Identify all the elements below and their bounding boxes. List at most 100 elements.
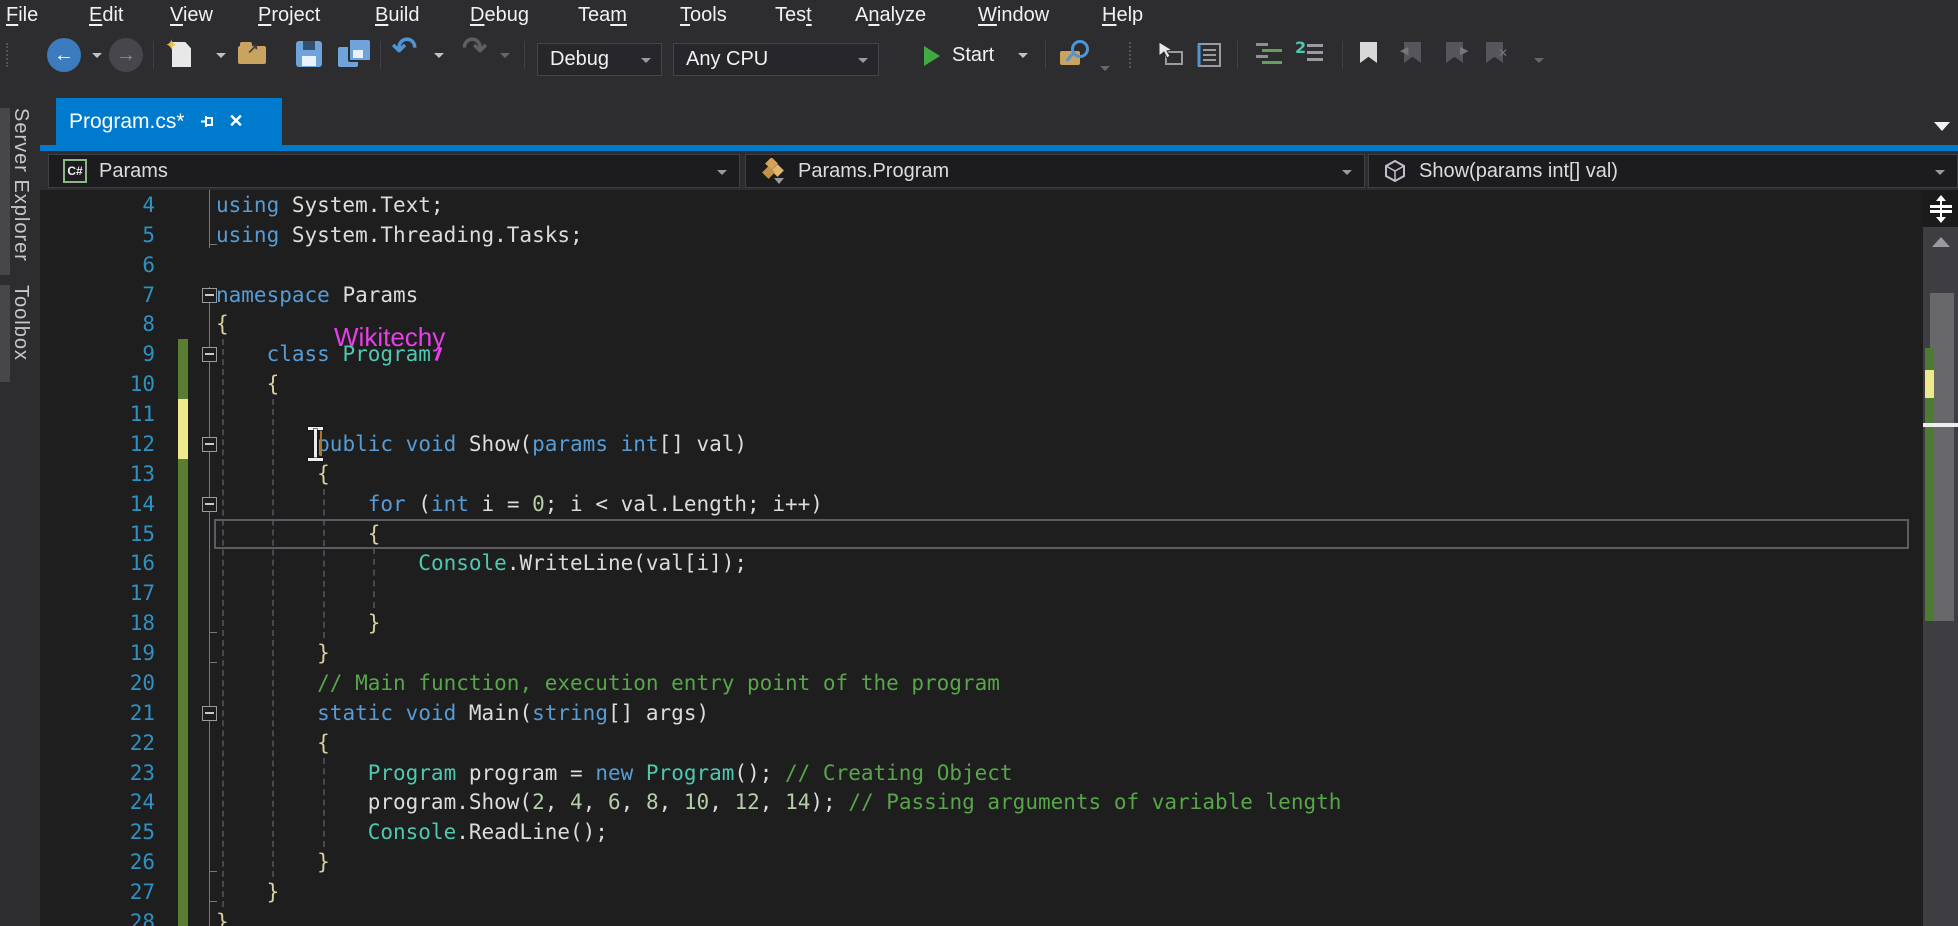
line-number-13: 13: [80, 459, 155, 489]
menu-help[interactable]: Help: [1102, 0, 1143, 30]
fold-toggle-line-14[interactable]: [202, 497, 217, 512]
menu-project[interactable]: Project: [258, 0, 320, 30]
line-number-9: 9: [80, 339, 155, 369]
code-line-4[interactable]: using System.Text;: [216, 190, 444, 220]
line-number-27: 27: [80, 877, 155, 907]
sparkle-icon: ✦: [165, 36, 178, 54]
line-number-21: 21: [80, 698, 155, 728]
find-dropdown[interactable]: [1100, 66, 1110, 71]
tab-title: Program.cs*: [69, 110, 185, 134]
code-line-13[interactable]: {: [216, 459, 330, 489]
code-line-24[interactable]: program.Show(2, 4, 6, 8, 10, 12, 14); //…: [216, 787, 1341, 817]
type-dropdown[interactable]: Params.Program: [745, 154, 1365, 188]
member-dropdown[interactable]: Show(params int[] val): [1368, 154, 1958, 188]
undo-icon: ↶: [392, 32, 417, 65]
comment-button[interactable]: 2: [1295, 40, 1325, 70]
chevron-down-icon: [858, 58, 868, 63]
code-line-21[interactable]: static void Main(string[] args): [216, 698, 709, 728]
code-line-16[interactable]: Console.WriteLine(val[i]);: [216, 548, 747, 578]
line-number-15: 15: [80, 519, 155, 549]
code-editor[interactable]: 4using System.Text;5using System.Threadi…: [40, 190, 1923, 926]
solution-configuration-combo[interactable]: Debug: [537, 43, 662, 76]
menu-window[interactable]: Window: [978, 0, 1049, 30]
start-button[interactable]: Start: [952, 41, 994, 69]
code-line-8[interactable]: {: [216, 309, 229, 339]
line-number-12: 12: [80, 429, 155, 459]
start-dropdown[interactable]: [1018, 53, 1028, 58]
line-number-7: 7: [80, 280, 155, 310]
code-line-20[interactable]: // Main function, execution entry point …: [216, 668, 1000, 698]
editor-splitter-handle[interactable]: [1923, 190, 1958, 227]
sidebar-tab-toolbox[interactable]: Toolbox: [9, 285, 32, 361]
tab-program-cs[interactable]: Program.cs* ✕: [56, 98, 282, 145]
line-number-23: 23: [80, 758, 155, 788]
current-line-highlight: [214, 519, 1909, 549]
new-file-button[interactable]: ✦: [168, 40, 198, 70]
document-tab-well: Program.cs* ✕: [40, 80, 1958, 145]
menu-analyze[interactable]: Analyze: [855, 0, 926, 30]
pin-icon[interactable]: [199, 113, 216, 130]
code-line-22[interactable]: {: [216, 728, 330, 758]
start-debug-icon[interactable]: [924, 46, 940, 66]
vertical-scrollbar[interactable]: [1923, 190, 1958, 926]
fold-toggle-line-9[interactable]: [202, 347, 217, 362]
view-designer-button[interactable]: [1194, 40, 1224, 70]
save-button[interactable]: [295, 40, 325, 70]
previous-bookmark-button[interactable]: ◀: [1404, 42, 1434, 72]
code-line-5[interactable]: using System.Threading.Tasks;: [216, 220, 583, 250]
navigate-to-button[interactable]: [1156, 40, 1186, 70]
next-bookmark-button[interactable]: ▶: [1446, 42, 1476, 72]
redo-icon: ↷: [462, 32, 487, 65]
indent-button[interactable]: [1256, 40, 1286, 70]
close-icon[interactable]: ✕: [229, 111, 244, 132]
open-file-button[interactable]: ↗: [238, 40, 268, 70]
fold-toggle-line-21[interactable]: [202, 706, 217, 721]
menu-edit[interactable]: Edit: [89, 0, 123, 30]
new-file-dropdown[interactable]: [216, 53, 226, 58]
menu-view[interactable]: View: [170, 0, 213, 30]
menu-tools[interactable]: Tools: [680, 0, 727, 30]
save-all-button[interactable]: [338, 40, 368, 70]
menu-file[interactable]: File: [6, 0, 38, 30]
code-line-28[interactable]: }: [216, 907, 229, 926]
clear-bookmarks-button[interactable]: ✕: [1486, 42, 1516, 72]
undo-button[interactable]: ↶: [392, 35, 417, 63]
navigate-back-button[interactable]: ←: [47, 38, 81, 72]
change-tracking-bar: [178, 459, 188, 926]
solution-platform-value: Any CPU: [686, 48, 768, 70]
navigate-forward-button[interactable]: →: [109, 38, 143, 72]
code-line-10[interactable]: {: [216, 369, 279, 399]
toggle-bookmark-button[interactable]: [1360, 42, 1390, 72]
redo-button[interactable]: ↷: [462, 35, 487, 63]
redo-dropdown[interactable]: [500, 53, 510, 58]
toolbar-grip[interactable]: [6, 43, 8, 67]
code-line-12[interactable]: public void Show(params int[] val): [216, 429, 747, 459]
code-line-23[interactable]: Program program = new Program(); // Crea…: [216, 758, 1013, 788]
menu-build[interactable]: Build: [375, 0, 419, 30]
code-line-19[interactable]: }: [216, 638, 330, 668]
find-in-files-button[interactable]: [1060, 40, 1090, 70]
line-number-19: 19: [80, 638, 155, 668]
menu-test[interactable]: Test: [775, 0, 812, 30]
fold-toggle-line-7[interactable]: [202, 288, 217, 303]
code-line-27[interactable]: }: [216, 877, 279, 907]
solution-platform-combo[interactable]: Any CPU: [673, 43, 879, 76]
menu-debug[interactable]: Debug: [470, 0, 529, 30]
tab-list-dropdown[interactable]: [1934, 122, 1950, 131]
sidebar-tab-server-explorer[interactable]: Server Explorer: [9, 108, 32, 262]
code-line-15[interactable]: {: [216, 519, 380, 549]
menu-team[interactable]: Team: [578, 0, 627, 30]
code-line-14[interactable]: for (int i = 0; i < val.Length; i++): [216, 489, 823, 519]
code-line-18[interactable]: }: [216, 608, 380, 638]
line-number-4: 4: [80, 190, 155, 220]
project-dropdown[interactable]: C# Params: [48, 154, 740, 188]
fold-toggle-line-12[interactable]: [202, 437, 217, 452]
code-line-26[interactable]: }: [216, 847, 330, 877]
bookmarks-overflow-dropdown[interactable]: [1534, 58, 1544, 63]
code-line-7[interactable]: namespace Params: [216, 280, 418, 310]
code-line-25[interactable]: Console.ReadLine();: [216, 817, 608, 847]
navigate-back-dropdown[interactable]: [92, 53, 102, 58]
scroll-up-arrow[interactable]: [1932, 237, 1950, 247]
left-tool-tabs: Server Explorer Toolbox: [0, 80, 40, 926]
undo-dropdown[interactable]: [434, 53, 444, 58]
